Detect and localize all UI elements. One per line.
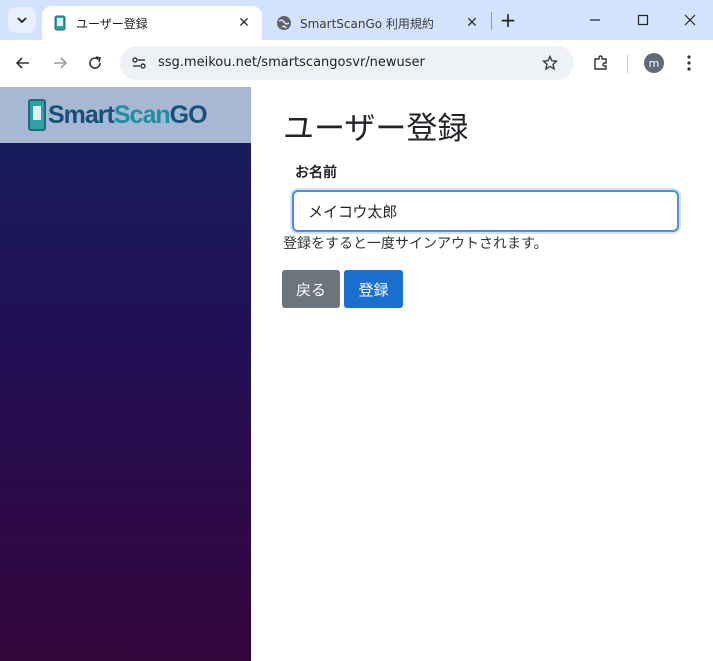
new-tab-button[interactable]: + [496, 8, 520, 32]
tab-search-button[interactable] [8, 7, 36, 33]
minimize-icon [590, 19, 600, 21]
tab-user-registration[interactable]: ユーザー登録 ✕ [42, 6, 262, 40]
puzzle-icon [594, 55, 607, 70]
main-content: ユーザー登録 お名前 登録をすると一度サインアウトされます。 戻る 登録 [251, 87, 713, 661]
app-logo[interactable]: SmartScanGO [0, 87, 251, 143]
toolbar-divider [627, 55, 628, 73]
extensions-button[interactable] [588, 50, 614, 76]
globe-icon [276, 15, 292, 31]
sidebar: SmartScanGO [0, 87, 251, 661]
tab-title: SmartScanGo 利用規約 [300, 16, 434, 31]
tab-title: ユーザー登録 [76, 16, 148, 31]
profile-avatar[interactable]: m [644, 53, 664, 73]
close-window-button[interactable] [675, 6, 705, 34]
back-button[interactable]: 戻る [282, 270, 340, 308]
browser-toolbar: ssg.meikou.net/smartscangosvr/newuser m [0, 40, 713, 87]
reload-icon [89, 56, 101, 69]
site-settings-icon[interactable] [130, 54, 148, 72]
minimize-button[interactable] [580, 6, 610, 34]
logo-text: SmartScanGO [48, 100, 208, 129]
phone-favicon-icon [52, 15, 68, 31]
close-tab-icon[interactable]: ✕ [234, 13, 254, 33]
bookmark-star-icon[interactable] [540, 53, 560, 73]
chevron-down-icon [16, 11, 28, 30]
name-input[interactable] [292, 190, 679, 232]
page-title: ユーザー登録 [283, 111, 469, 147]
close-tab-icon[interactable]: ✕ [462, 13, 482, 33]
phone-logo-icon [28, 99, 46, 131]
reload-button[interactable] [82, 50, 108, 76]
tab-divider [491, 12, 492, 30]
forward-nav-button[interactable] [47, 50, 73, 76]
close-icon [684, 14, 696, 26]
name-label: お名前 [295, 165, 337, 181]
more-vert-icon [687, 55, 691, 71]
arrow-right-icon [54, 57, 68, 69]
maximize-icon [637, 14, 649, 26]
address-bar[interactable]: ssg.meikou.net/smartscangosvr/newuser [120, 46, 574, 80]
tab-terms[interactable]: SmartScanGo 利用規約 ✕ [268, 6, 490, 40]
register-button[interactable]: 登録 [344, 270, 403, 308]
arrow-left-icon [15, 57, 29, 69]
back-nav-button[interactable] [10, 50, 36, 76]
tab-strip: ユーザー登録 ✕ SmartScanGo 利用規約 ✕ + [0, 0, 713, 40]
signout-note: 登録をすると一度サインアウトされます。 [283, 236, 548, 252]
maximize-button[interactable] [628, 6, 658, 34]
browser-menu-button[interactable] [679, 51, 699, 75]
url-text[interactable]: ssg.meikou.net/smartscangosvr/newuser [158, 55, 425, 70]
